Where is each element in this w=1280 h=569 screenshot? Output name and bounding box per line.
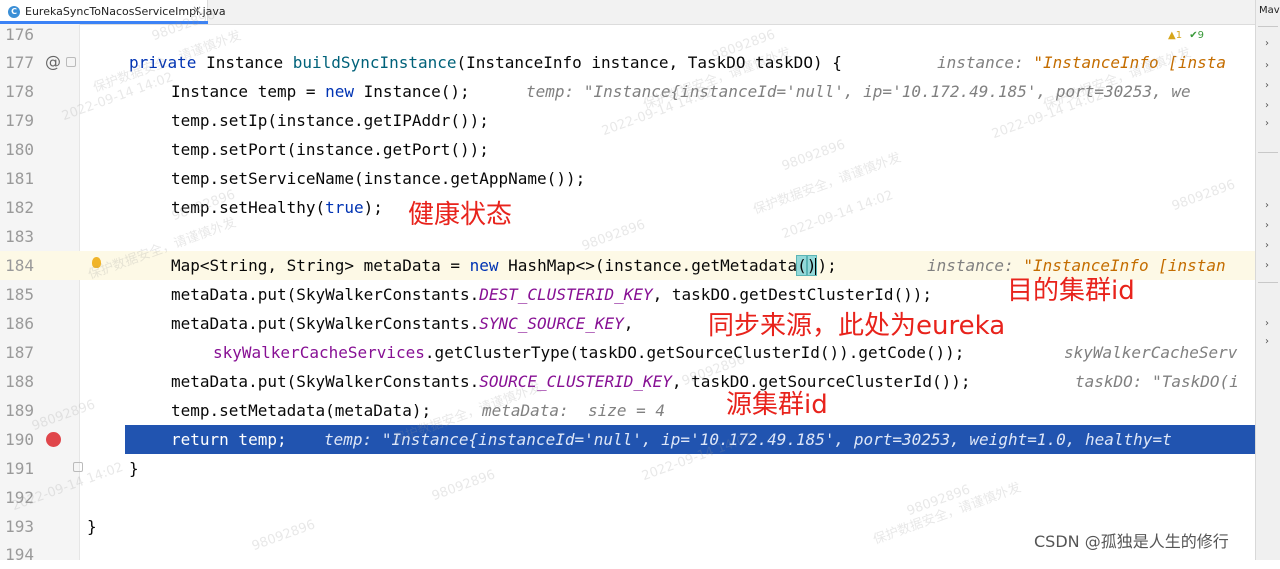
maven-panel-title[interactable]: Mav [1259,5,1280,16]
code-text: .getClusterType(taskDO.getSourceClusterI… [424,343,965,362]
code-line[interactable]: 192 [0,483,1255,512]
fold-icon[interactable] [73,462,83,472]
line-number: 193 [5,517,34,536]
annotation-sync-source: 同步来源，此处为eureka [708,311,1006,341]
code-line[interactable]: 189 temp.setMetadata(metaData); metaData… [0,396,1255,425]
chevron-right-icon[interactable]: › [1265,318,1269,329]
inline-debug-value: skyWalkerCacheServ [1064,343,1238,362]
code-line[interactable]: 187 skyWalkerCacheServices.getClusterTyp… [0,338,1255,367]
line-number: 182 [5,198,34,217]
code-text: Instance temp = [171,82,326,101]
constant: DEST_CLUSTERID_KEY [479,285,653,304]
code-text: ); [363,198,383,217]
code-text: Instance(); [354,82,470,101]
code-text: temp; [228,430,287,449]
annotation-dest-cluster: 目的集群id [1007,276,1135,306]
line-number: 191 [5,459,34,478]
chevron-right-icon[interactable]: › [1265,240,1269,251]
field-name: skyWalkerCacheServices [213,343,425,362]
code-text: , taskDO.getDestClusterId()); [652,285,932,304]
code-text: HashMap<>(instance.getMetadata [498,256,798,275]
chevron-right-icon[interactable]: › [1265,80,1269,91]
code-line[interactable]: 191 } [0,454,1255,483]
chevron-right-icon[interactable]: › [1265,200,1269,211]
code-text: Map<String, String> metaData = [171,256,470,275]
chevron-right-icon[interactable]: › [1265,118,1269,129]
java-file-icon: C [8,6,20,18]
line-number: 190 [5,430,34,449]
line-number: 188 [5,372,34,391]
return-type: Instance [196,53,293,72]
line-number: 184 [5,256,34,275]
constant: SYNC_SOURCE_KEY [479,314,624,333]
line-number: 185 [5,285,34,304]
code-line[interactable]: 181 temp.setServiceName(instance.getAppN… [0,164,1255,193]
execution-point-line[interactable]: return temp; temp: "Instance{instanceId=… [125,425,1255,454]
line-number: 183 [5,227,34,246]
matched-bracket: ( [796,255,808,276]
panel-divider [1258,282,1278,283]
chevron-right-icon[interactable]: › [1265,60,1269,71]
chevron-right-icon[interactable]: › [1265,38,1269,49]
line-number: 181 [5,169,34,188]
code-text: temp.setIp(instance.getIPAddr()); [171,111,489,130]
right-tool-panel: Mav › › › › › › › › › › › [1255,0,1280,560]
keyword: new [325,82,355,101]
chevron-right-icon[interactable]: › [1265,100,1269,111]
annotation-healthy: 健康状态 [408,200,513,230]
panel-divider [1258,152,1278,153]
code-text: temp.setMetadata(metaData); [171,401,432,420]
keyword: true [325,198,364,217]
line-number: 176 [5,25,34,44]
chevron-right-icon[interactable]: › [1265,260,1269,271]
keyword: return [171,430,229,449]
chevron-right-icon[interactable]: › [1265,220,1269,231]
keyword: new [469,256,499,275]
line-number: 178 [5,82,34,101]
at-sign-icon[interactable]: @ [45,51,61,73]
line-number: 179 [5,111,34,130]
chevron-right-icon[interactable]: › [1265,336,1269,347]
method-name: buildSyncInstance [292,53,457,72]
code-line[interactable]: 188 metaData.put(SkyWalkerConstants.SOUR… [0,367,1255,396]
csdn-credit: CSDN @孤独是人生的修行 [1034,532,1229,551]
code-text: metaData.put(SkyWalkerConstants. [171,285,480,304]
code-text: } [87,517,97,536]
code-text: } [129,459,139,478]
line-number: 186 [5,314,34,333]
line-number: 189 [5,401,34,420]
code-text: ); [817,256,837,275]
code-text: metaData.put(SkyWalkerConstants. [171,314,480,333]
panel-divider [1258,26,1278,27]
breakpoint-icon[interactable] [46,432,61,447]
annotation-source-cluster: 源集群id [726,390,828,420]
code-text: , [623,314,634,333]
line-number: 194 [5,545,34,564]
code-line-gutter[interactable]: 190 [0,425,125,454]
code-line[interactable]: 186 metaData.put(SkyWalkerConstants.SYNC… [0,309,1255,338]
code-line[interactable]: 180 temp.setPort(instance.getPort()); [0,135,1255,164]
code-text: metaData.put(SkyWalkerConstants. [171,372,480,391]
line-number: 177 [5,53,34,72]
code-text: temp.setPort(instance.getPort()); [171,140,489,159]
code-text: temp.setServiceName(instance.getAppName(… [171,169,586,188]
line-number: 180 [5,140,34,159]
inline-debug-value: taskDO: "TaskDO(i [1075,372,1239,391]
line-number: 187 [5,343,34,362]
fold-icon[interactable] [66,57,76,67]
